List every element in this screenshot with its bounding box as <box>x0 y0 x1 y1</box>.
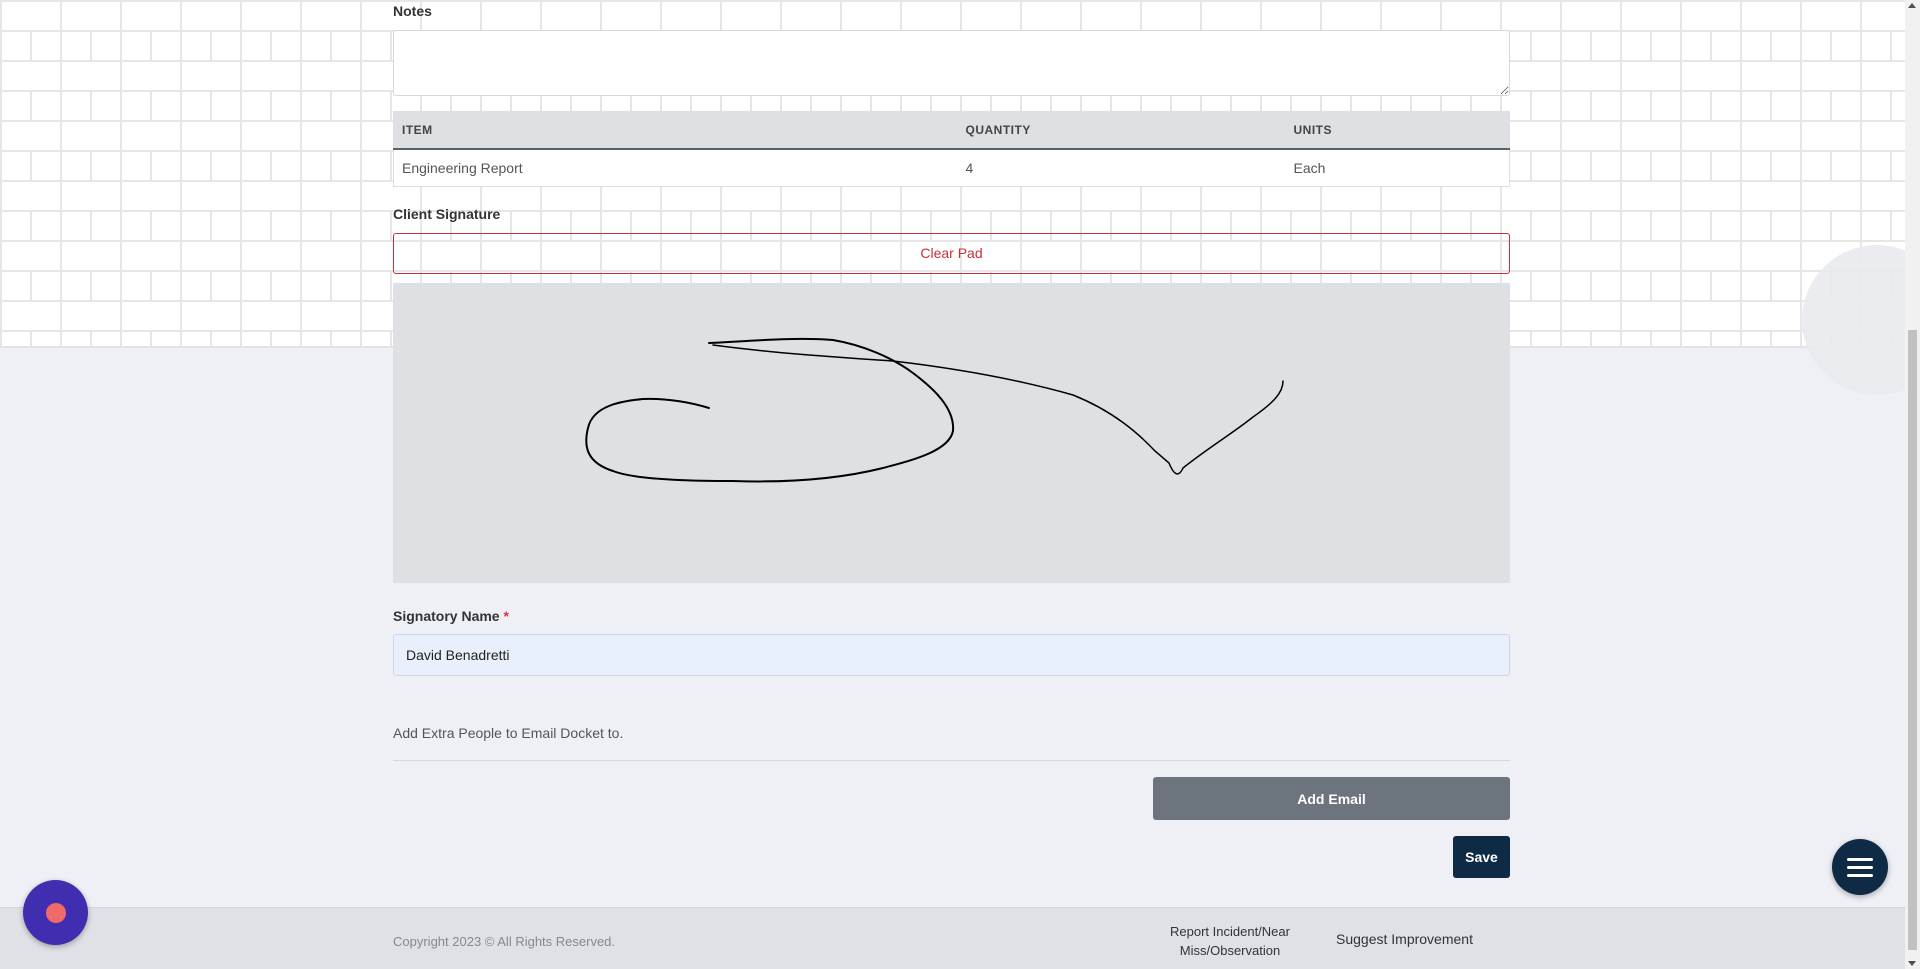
column-header-quantity: QUANTITY <box>957 111 1286 150</box>
hamburger-menu-icon <box>1847 855 1873 879</box>
scrollbar-thumb[interactable] <box>1908 330 1917 950</box>
cell-quantity: 4 <box>965 159 974 176</box>
signature-drawing <box>585 337 1284 483</box>
client-signature-label: Client Signature <box>393 206 501 222</box>
clear-pad-button[interactable]: Clear Pad <box>393 233 1510 274</box>
column-header-item: ITEM <box>393 111 958 150</box>
cell-units: Each <box>1293 159 1326 176</box>
notes-label: Notes <box>393 3 432 19</box>
items-table: ITEM QUANTITY UNITS Engineering Report 4… <box>393 111 1510 187</box>
required-marker: * <box>503 608 509 624</box>
record-fab-button[interactable] <box>23 880 88 945</box>
cell-item: Engineering Report <box>402 159 523 176</box>
report-incident-link[interactable]: Report Incident/Near Miss/Observation <box>1160 922 1300 960</box>
signatory-name-label: Signatory Name * <box>393 608 509 624</box>
extra-people-text: Add Extra People to Email Docket to. <box>393 725 624 741</box>
save-button[interactable]: Save <box>1453 836 1510 878</box>
signatory-name-label-text: Signatory Name <box>393 608 500 624</box>
signatory-name-input[interactable] <box>393 634 1510 676</box>
divider <box>393 760 1510 761</box>
suggest-improvement-link[interactable]: Suggest Improvement <box>1336 931 1473 947</box>
table-row: Engineering Report 4 Each <box>394 149 1510 187</box>
copyright-text: Copyright 2023 © All Rights Reserved. <box>393 934 616 949</box>
notes-textarea[interactable] <box>393 30 1510 96</box>
signature-pad[interactable] <box>393 283 1510 583</box>
scroll-up-arrow-icon[interactable] <box>1908 3 1916 8</box>
page-footer: Copyright 2023 © All Rights Reserved. Re… <box>0 907 1905 969</box>
items-table-header: ITEM QUANTITY UNITS <box>393 111 1510 150</box>
record-icon <box>45 902 66 923</box>
menu-fab-button[interactable] <box>1832 839 1888 895</box>
add-email-button[interactable]: Add Email <box>1153 777 1510 820</box>
vertical-scrollbar[interactable] <box>1905 0 1920 969</box>
scroll-down-arrow-icon[interactable] <box>1908 961 1916 966</box>
column-header-units: UNITS <box>1285 111 1510 150</box>
